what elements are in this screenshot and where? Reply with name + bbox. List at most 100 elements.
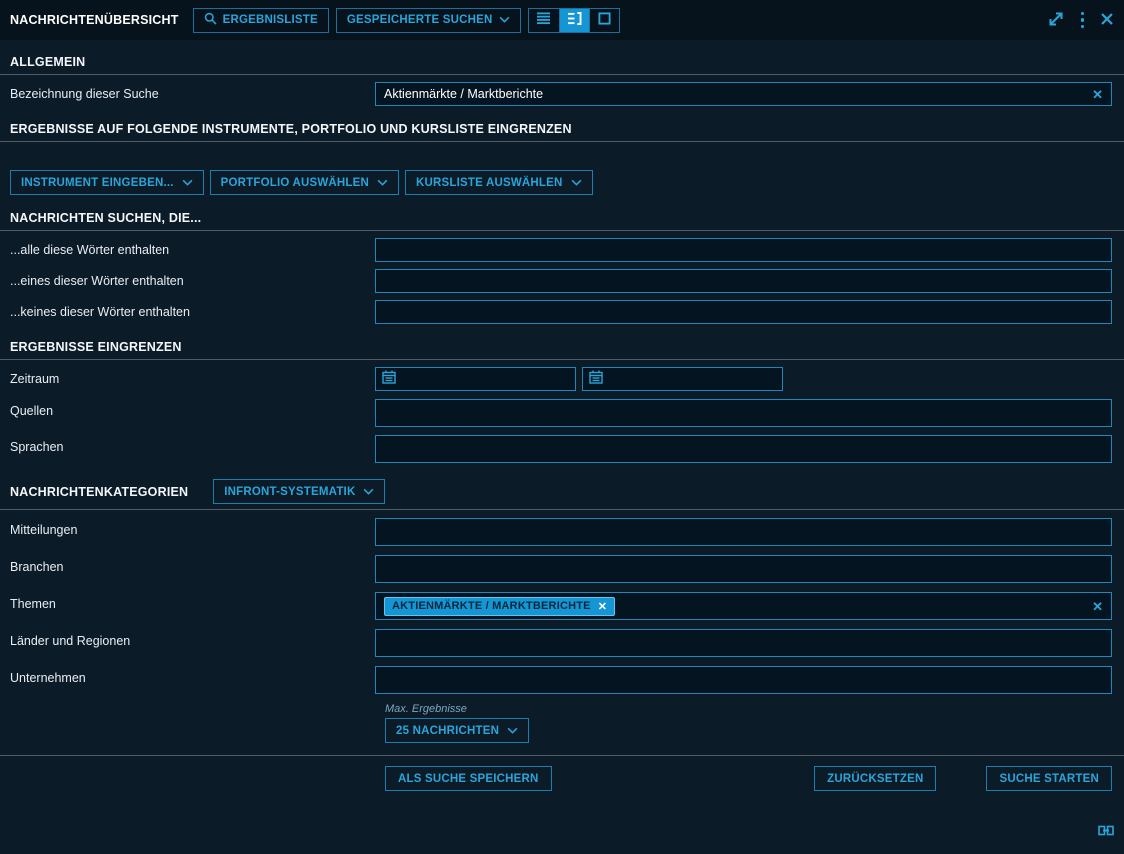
branchen-label: Branchen [0,555,375,579]
eines-woerter-row: ...eines dieser Wörter enthalten [0,269,1124,293]
bezeichnung-input[interactable]: Aktienmärkte / Marktberichte ✕ [375,82,1112,106]
titlebar-actions [1047,10,1115,31]
max-ergebnisse-label: Max. Ergebnisse [385,703,1124,715]
sprachen-row: Sprachen [0,435,1124,463]
footer-separator [0,755,1124,756]
section-instrumente-header: ERGEBNISSE AUF FOLGENDE INSTRUMENTE, POR… [0,106,1124,142]
link-icon[interactable] [1098,823,1114,841]
window-titlebar: NACHRICHTENÜBERSICHT ERGEBNISLISTE GESPE… [0,0,1124,40]
instrument-eingeben-dropdown[interactable]: INSTRUMENT EINGEBEN... [10,170,204,195]
section-suche-header: NACHRICHTEN SUCHEN, DIE... [0,195,1124,231]
save-search-button[interactable]: ALS SUCHE SPEICHERN [385,766,552,791]
zeitraum-row: Zeitraum [0,367,1124,391]
gespeicherte-suchen-label: GESPEICHERTE SUCHEN [347,14,493,26]
eines-woerter-label: ...eines dieser Wörter enthalten [0,269,375,293]
alle-woerter-label: ...alle diese Wörter enthalten [0,238,375,262]
alle-woerter-input[interactable] [375,238,1112,262]
zeitraum-von-input[interactable] [375,367,576,391]
max-ergebnisse-value: 25 NACHRICHTEN [396,725,499,737]
chevron-down-icon [182,177,193,189]
themen-label: Themen [0,592,375,616]
keines-woerter-label: ...keines dieser Wörter enthalten [0,300,375,324]
section-suche-title: NACHRICHTEN SUCHEN, DIE... [10,211,201,225]
systematik-dropdown[interactable]: INFRONT-SYSTEMATIK [213,479,385,504]
kursliste-auswaehlen-dropdown[interactable]: KURSLISTE AUSWÄHLEN [405,170,592,195]
alle-woerter-row: ...alle diese Wörter enthalten [0,238,1124,262]
bezeichnung-label: Bezeichnung dieser Suche [0,82,375,106]
eines-woerter-input[interactable] [375,269,1112,293]
ergebnisliste-button-label: ERGEBNISLISTE [223,14,318,26]
chevron-down-icon [571,177,582,189]
themen-tag-chip[interactable]: AKTIENMÄRKTE / MARKTBERICHTE ✕ [384,597,615,616]
start-search-button[interactable]: SUCHE STARTEN [986,766,1112,791]
kebab-menu-icon [1081,12,1085,29]
chip-remove-icon[interactable]: ✕ [598,600,607,613]
search-icon [204,12,217,28]
laender-row: Länder und Regionen [0,629,1124,657]
bezeichnung-row: Bezeichnung dieser Suche Aktienmärkte / … [0,82,1124,106]
section-kategorien-title: NACHRICHTENKATEGORIEN [10,485,188,499]
themen-row: Themen AKTIENMÄRKTE / MARKTBERICHTE ✕ ✕ [0,592,1124,620]
bezeichnung-value: Aktienmärkte / Marktberichte [384,87,1086,101]
section-allgemein-title: ALLGEMEIN [10,55,85,69]
calendar-icon [589,370,603,389]
chevron-down-icon [363,486,374,498]
max-ergebnisse-dropdown[interactable]: 25 NACHRICHTEN [385,718,529,743]
footer-button-row: ALS SUCHE SPEICHERN ZURÜCKSETZEN SUCHE S… [0,766,1124,791]
reset-button[interactable]: ZURÜCKSETZEN [814,766,936,791]
quellen-row: Quellen [0,399,1124,427]
split-view-icon [567,12,582,28]
chevron-down-icon [377,177,388,189]
chevron-down-icon [507,725,518,737]
portfolio-auswaehlen-label: PORTFOLIO AUSWÄHLEN [221,177,369,189]
list-view-icon [536,12,551,28]
zeitraum-label: Zeitraum [0,367,375,391]
kursliste-auswaehlen-label: KURSLISTE AUSWÄHLEN [416,177,562,189]
laender-label: Länder und Regionen [0,629,375,653]
unternehmen-input[interactable] [375,666,1112,694]
mitteilungen-input[interactable] [375,518,1112,546]
quellen-input[interactable] [375,399,1112,427]
branchen-row: Branchen [0,555,1124,583]
themen-input[interactable]: AKTIENMÄRKTE / MARKTBERICHTE ✕ ✕ [375,592,1112,620]
keines-woerter-row: ...keines dieser Wörter enthalten [0,300,1124,324]
instrument-eingeben-label: INSTRUMENT EINGEBEN... [21,177,174,189]
quellen-label: Quellen [0,399,375,423]
mitteilungen-row: Mitteilungen [0,518,1124,546]
ergebnisliste-button[interactable]: ERGEBNISLISTE [193,8,329,33]
section-kategorien-header: NACHRICHTENKATEGORIEN INFRONT-SYSTEMATIK [0,463,1124,510]
calendar-icon [382,370,396,389]
card-view-icon [598,12,611,28]
view-toggle-group [528,8,620,33]
branchen-input[interactable] [375,555,1112,583]
expand-button[interactable] [1047,10,1065,31]
chevron-down-icon [499,14,510,26]
instrumente-dropdown-row: INSTRUMENT EINGEBEN... PORTFOLIO AUSWÄHL… [0,170,1124,195]
gespeicherte-suchen-dropdown[interactable]: GESPEICHERTE SUCHEN [336,8,521,33]
sprachen-input[interactable] [375,435,1112,463]
portfolio-auswaehlen-dropdown[interactable]: PORTFOLIO AUSWÄHLEN [210,170,399,195]
zeitraum-bis-input[interactable] [582,367,783,391]
card-view-button[interactable] [589,9,619,32]
systematik-label: INFRONT-SYSTEMATIK [224,486,355,498]
section-eingrenzen-title: ERGEBNISSE EINGRENZEN [10,340,182,354]
clear-icon[interactable]: ✕ [1086,600,1103,613]
mitteilungen-label: Mitteilungen [0,518,375,542]
close-icon [1100,12,1114,29]
list-view-button[interactable] [529,9,559,32]
kebab-menu-button[interactable] [1081,12,1085,29]
section-allgemein-header: ALLGEMEIN [0,40,1124,75]
themen-tag-label: AKTIENMÄRKTE / MARKTBERICHTE [392,600,591,612]
section-eingrenzen-header: ERGEBNISSE EINGRENZEN [0,324,1124,360]
expand-icon [1047,10,1065,31]
sprachen-label: Sprachen [0,435,375,459]
unternehmen-row: Unternehmen [0,666,1124,694]
close-button[interactable] [1100,12,1114,29]
laender-input[interactable] [375,629,1112,657]
keines-woerter-input[interactable] [375,300,1112,324]
unternehmen-label: Unternehmen [0,666,375,690]
window-title: NACHRICHTENÜBERSICHT [10,13,179,27]
split-view-button[interactable] [559,9,589,32]
section-instrumente-title: ERGEBNISSE AUF FOLGENDE INSTRUMENTE, POR… [10,122,572,136]
clear-icon[interactable]: ✕ [1086,88,1103,101]
